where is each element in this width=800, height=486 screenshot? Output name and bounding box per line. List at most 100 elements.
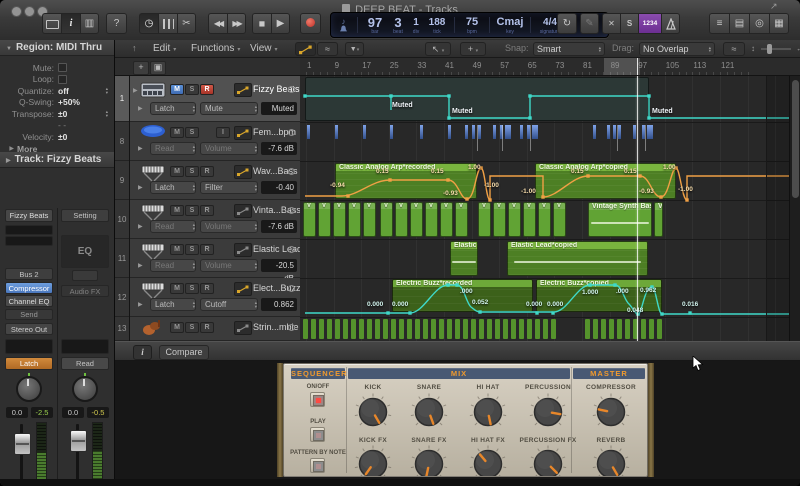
track-automation-icon[interactable] <box>234 126 252 140</box>
mini-region[interactable] <box>511 319 516 339</box>
track-header-10[interactable]: M S R Vinta...Bass ▶ Read ▴ ▾ Volume ▴ ▾ -7.6 dB <box>130 200 301 239</box>
track-solo-button[interactable]: S <box>185 283 199 294</box>
automation-param-box[interactable]: Cutoff ▴ ▾ <box>200 298 258 311</box>
cutoff-automation-node[interactable] <box>660 312 664 316</box>
knob-compressor[interactable] <box>591 392 631 437</box>
mini-region[interactable] <box>649 319 654 339</box>
track-solo-button[interactable]: S <box>185 205 199 216</box>
minimize-window-button[interactable] <box>24 6 35 17</box>
param-stepper[interactable]: ▴ ▾ <box>106 87 108 94</box>
mini-region[interactable] <box>495 319 500 339</box>
region-v[interactable]: V <box>363 202 376 237</box>
mini-region[interactable] <box>519 319 524 339</box>
mini-region[interactable] <box>359 319 364 339</box>
mini-region[interactable] <box>431 319 436 339</box>
track-automation-icon[interactable] <box>234 282 252 296</box>
mini-region[interactable] <box>535 319 540 339</box>
region-v[interactable]: V <box>395 202 408 237</box>
knob-kick[interactable] <box>353 392 393 437</box>
mini-region[interactable] <box>463 319 468 339</box>
track-number-11[interactable]: 11 <box>115 239 129 278</box>
automation-mode-box[interactable]: Latch ▴ ▾ <box>150 181 196 194</box>
track-mute-button[interactable]: M <box>170 283 184 294</box>
mini-region[interactable] <box>399 319 404 339</box>
region-v[interactable]: V <box>654 202 663 237</box>
output-slot[interactable]: Stereo Out <box>5 323 53 335</box>
mini-region[interactable] <box>447 319 452 339</box>
vertical-zoom-slider[interactable] <box>761 44 791 54</box>
mini-region[interactable] <box>351 319 356 339</box>
cutoff-automation-node[interactable] <box>688 311 692 315</box>
automation-mode-box[interactable]: Latch ▴ ▾ <box>150 102 196 115</box>
track-automation-icon[interactable] <box>234 243 252 257</box>
mini-region[interactable] <box>479 319 484 339</box>
arrange-lanes[interactable]: Classic Analog Arp*recorded Classic Analo… <box>300 76 800 341</box>
solo-mode-button[interactable]: S <box>620 13 638 34</box>
setting-button[interactable]: Setting <box>61 209 109 222</box>
region-v[interactable]: V <box>348 202 361 237</box>
track-record-button[interactable]: R <box>200 322 214 333</box>
mini-region[interactable] <box>383 319 388 339</box>
automation-value-box[interactable]: 0.862 <box>261 298 297 311</box>
eq-display[interactable]: EQ <box>61 235 109 268</box>
send-slot[interactable]: Send <box>5 309 53 320</box>
track-mute-button[interactable]: M <box>170 166 184 177</box>
mini-region[interactable] <box>423 319 428 339</box>
track-header-13[interactable]: M S R Strin...mble <box>130 317 300 341</box>
mini-region[interactable] <box>455 319 460 339</box>
automation-lane-disclosure[interactable]: ▶ <box>138 223 143 230</box>
automation-mode-box[interactable]: Latch ▴ ▾ <box>150 298 196 311</box>
automation-mode-read[interactable]: Read <box>61 357 109 370</box>
region-electric-buzz-recorded[interactable]: Electric Buzz*recorded <box>392 279 533 312</box>
param-checkbox[interactable] <box>58 63 67 72</box>
region-v[interactable]: V <box>553 202 566 237</box>
mini-region[interactable] <box>625 319 630 339</box>
track-record-button[interactable]: R <box>200 205 214 216</box>
track-inspector-header[interactable]: ▶ Track: Fizzy Beats <box>0 152 114 168</box>
region-v[interactable]: V <box>410 202 423 237</box>
lcd-bar[interactable]: 97 bar <box>362 16 388 35</box>
edit-menu[interactable]: Edit ▾ <box>153 42 176 55</box>
notepad-button[interactable]: ▤ <box>729 13 749 34</box>
automation-param-box[interactable]: Volume ▴ ▾ <box>200 259 258 272</box>
help-button[interactable]: ? <box>106 13 127 34</box>
track-number-10[interactable]: 10 <box>115 200 129 239</box>
view-menu[interactable]: View ▾ <box>250 42 278 55</box>
automation-value-box[interactable]: -0.40 <box>261 181 297 194</box>
volume-fader-out[interactable] <box>70 430 87 452</box>
seq-button-pattern-by-note[interactable] <box>310 458 325 473</box>
knob-reverb[interactable] <box>591 444 631 476</box>
pointer-tool-selector[interactable]: ↖ ▾ <box>425 42 451 56</box>
pan-knob[interactable] <box>16 373 42 402</box>
hide-tracks-icon[interactable]: ↑ <box>132 42 137 55</box>
automation-param-box[interactable]: Mute ▴ ▾ <box>200 102 258 115</box>
lcd-key[interactable]: Cmaj key <box>494 16 526 35</box>
knob-percussion-fx[interactable] <box>528 444 568 476</box>
param-checkbox[interactable] <box>58 74 67 84</box>
track-input-monitor-button[interactable]: I <box>216 127 230 138</box>
mini-region[interactable] <box>391 319 396 339</box>
mini-region[interactable] <box>503 319 508 339</box>
region-inspector-header[interactable]: ▼ Region: MIDI Thru <box>0 40 114 56</box>
region-v[interactable]: V <box>523 202 536 237</box>
mini-region[interactable] <box>617 319 622 339</box>
rewind-button[interactable]: ◀◀ <box>208 13 227 34</box>
mini-region[interactable] <box>439 319 444 339</box>
bar-ruler[interactable]: 1 9 17 25 33 41 49 57 65 73 81 89 97 105 113 121 <box>300 58 800 76</box>
apple-loops-button[interactable]: ◎ <box>749 13 769 34</box>
mini-region[interactable] <box>311 319 316 339</box>
library-toggle-button[interactable]: ▥ <box>80 13 99 34</box>
group-slot[interactable] <box>5 339 53 354</box>
mini-region[interactable] <box>343 319 348 339</box>
mini-region[interactable] <box>415 319 420 339</box>
inspector-toggle-button[interactable]: i <box>61 13 80 34</box>
knob-hi-hat[interactable] <box>468 392 508 437</box>
track-header-12[interactable]: M S R Elect...Buzz ▶ Latch ▴ ▾ Cutoff ▴ ▾ 0.862 <box>130 278 301 317</box>
mini-region[interactable] <box>641 319 646 339</box>
track-record-button[interactable]: R <box>200 84 214 95</box>
mini-region[interactable] <box>601 319 606 339</box>
track-record-button[interactable]: R <box>200 283 214 294</box>
track-mute-button[interactable]: M <box>170 244 184 255</box>
audio-fx-slot[interactable]: Audio FX <box>61 285 109 297</box>
track-disclosure-icon[interactable]: ▶ <box>133 87 138 94</box>
